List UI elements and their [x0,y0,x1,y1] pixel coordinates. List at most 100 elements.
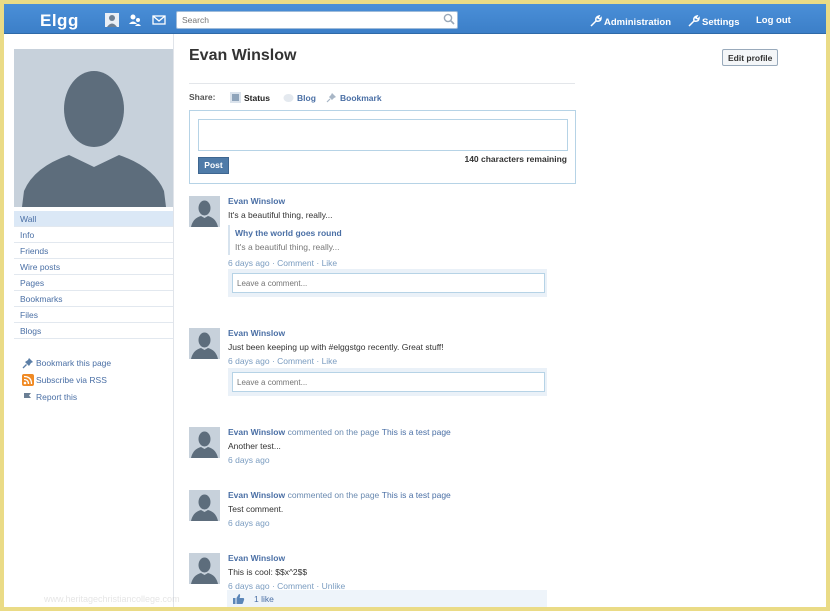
default-avatar-icon [14,49,173,207]
comment-input[interactable] [232,273,545,293]
settings-link[interactable]: Settings [688,15,739,28]
status-textarea[interactable] [198,119,568,151]
author-link[interactable]: Evan Winslow [228,427,285,437]
share-bar: Share: Status Blog Bookmark [189,83,575,109]
post-text: Another test... [228,441,281,451]
subscribe-rss-link[interactable]: Subscribe via RSS [22,371,111,388]
wrench-icon [590,15,602,27]
comment-area [228,269,547,297]
pushpin-icon [326,93,336,103]
post-meta: 6 days ago · Comment · Like [228,356,338,366]
post-text: This is cool: $$x^2$$ [228,567,308,577]
share-tab-blog-label: Blog [297,92,316,103]
messages-icon[interactable] [152,13,166,27]
sidebar-links: Bookmark this page Subscribe via RSS Rep… [22,354,111,405]
attachment-excerpt: It's a beautiful thing, really... [235,242,340,252]
timestamp: 6 days ago [228,258,270,268]
admin-link[interactable]: Administration [590,15,671,28]
user-avatar[interactable] [189,490,220,521]
page-layout: Wall Info Friends Wire posts Pages Bookm… [4,34,826,607]
thumbs-up-icon [233,593,245,604]
default-avatar-icon [189,427,220,458]
search-icon[interactable] [443,13,455,25]
page-title: Evan Winslow [189,47,297,64]
post-button[interactable]: Post [198,157,229,174]
share-tab-bookmark-label: Bookmark [340,92,382,103]
like-link[interactable]: Like [322,258,338,268]
pushpin-icon [22,357,33,368]
menu-item-pages[interactable]: Pages [14,275,173,291]
author-link[interactable]: Evan Winslow [228,328,285,338]
menu-item-wall[interactable]: Wall [14,211,173,227]
default-avatar-icon [189,490,220,521]
user-avatar[interactable] [189,553,220,584]
share-tab-status[interactable]: Status [230,92,270,103]
target-link[interactable]: This is a test page [382,427,451,437]
default-avatar-icon [189,328,220,359]
main-content: Evan Winslow Edit profile Share: Status … [189,34,826,607]
share-tab-status-label: Status [244,92,270,103]
menu-item-bookmarks[interactable]: Bookmarks [14,291,173,307]
author-link[interactable]: Evan Winslow [228,490,285,500]
report-label: Report this [36,391,78,402]
wrench-icon [688,15,700,27]
activity-verb: commented on the page [287,427,380,437]
default-avatar-icon [189,196,220,227]
status-composer: Post 140 characters remaining [189,110,576,184]
comment-link[interactable]: Comment [277,258,314,268]
target-link[interactable]: This is a test page [382,490,451,500]
river-item: Evan Winslow commented on the page This … [189,427,589,472]
admin-link-label: Administration [604,17,672,28]
user-avatar[interactable] [189,196,220,227]
bookmark-page-link[interactable]: Bookmark this page [22,354,111,371]
edit-profile-button[interactable]: Edit profile [722,49,779,66]
report-link[interactable]: Report this [22,388,111,405]
settings-link-label: Settings [702,17,740,28]
user-avatar[interactable] [189,427,220,458]
attachment-title[interactable]: Why the world goes round [235,228,553,238]
likes-bar[interactable]: 1 like [227,590,547,607]
search-input[interactable] [176,11,458,29]
default-avatar-icon [189,553,220,584]
comment-area [228,368,547,396]
menu-item-friends[interactable]: Friends [14,243,173,259]
share-tab-bookmark[interactable]: Bookmark [326,92,382,103]
menu-item-wire-posts[interactable]: Wire posts [14,259,173,275]
watermark: www.heritagechristiancollege.com [44,594,180,604]
report-icon [24,392,31,402]
menu-item-info[interactable]: Info [14,227,173,243]
post-text: Just been keeping up with #elggstgo rece… [228,342,444,352]
profile-icon[interactable] [105,13,119,27]
author-link[interactable]: Evan Winslow [228,553,285,563]
status-icon [230,92,241,103]
menu-item-files[interactable]: Files [14,307,173,323]
app-frame: Elgg Administration [4,4,826,607]
subscribe-rss-label: Subscribe via RSS [36,374,107,385]
river-item: Evan Winslow commented on the page This … [189,490,589,535]
comment-input[interactable] [232,372,545,392]
profile-avatar[interactable] [14,49,173,207]
blog-icon [283,94,294,102]
river-item: Evan Winslow Just been keeping up with #… [189,328,589,418]
post-text: It's a beautiful thing, really... [228,210,333,220]
sidebar: Wall Info Friends Wire posts Pages Bookm… [4,34,174,607]
like-link[interactable]: Like [322,356,338,366]
post-meta: 6 days ago · Comment · Like [228,258,338,268]
rss-icon [22,373,34,386]
bookmark-page-label: Bookmark this page [36,357,112,368]
profile-menu: Wall Info Friends Wire posts Pages Bookm… [14,211,173,339]
menu-item-blogs[interactable]: Blogs [14,323,173,339]
user-avatar[interactable] [189,328,220,359]
share-tab-blog[interactable]: Blog [283,92,316,103]
attachment: Why the world goes round It's a beautifu… [228,225,558,255]
friends-icon[interactable] [128,13,142,27]
author-link[interactable]: Evan Winslow [228,196,285,206]
logout-link[interactable]: Log out [756,15,791,26]
activity-verb: commented on the page [287,490,380,500]
share-label: Share: [189,92,216,102]
timestamp: 6 days ago [228,455,270,465]
timestamp: 6 days ago [228,356,270,366]
topbar: Elgg Administration [4,4,826,34]
site-logo[interactable]: Elgg [40,11,79,31]
comment-link[interactable]: Comment [277,356,314,366]
